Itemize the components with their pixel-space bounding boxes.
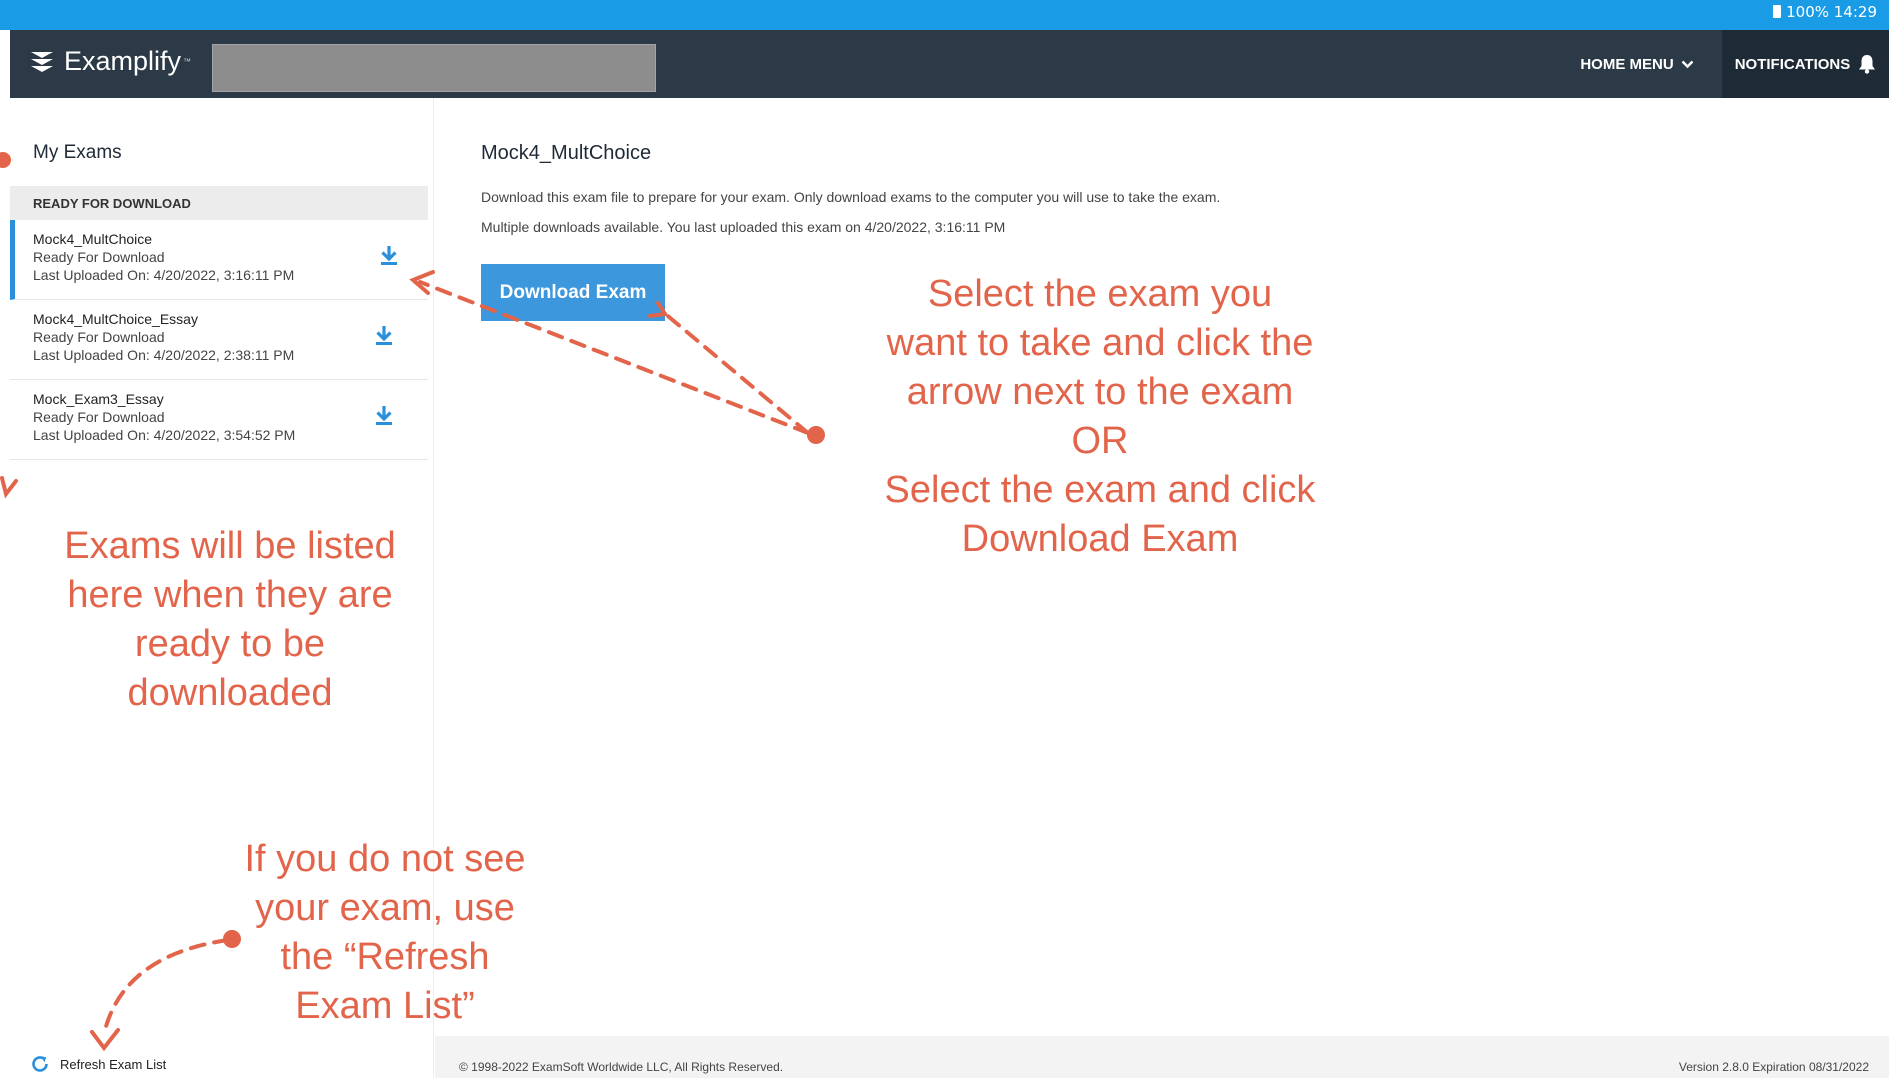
annotation-line: Exam List” [295,985,475,1027]
exam-name: Mock4_MultChoice [33,231,153,247]
notifications-button[interactable]: NOTIFICATIONS [1722,30,1889,98]
annotation-line: Exams will be listed [64,525,396,567]
annotation-line: downloaded [127,672,333,714]
annotation-refresh-hint: If you do not see your exam, use the “Re… [210,835,560,1031]
annotation-select-exam: Select the exam you want to take and cli… [840,270,1360,564]
notifications-label: NOTIFICATIONS [1734,55,1851,73]
exam-uploaded: Last Uploaded On: 4/20/2022, 3:54:52 PM [33,427,296,443]
app-logo: Examplify ™ [30,46,191,77]
annotation-line: If you do not see [244,838,526,880]
annotation-line: Select the exam and click [884,469,1316,511]
exam-list-item-mock-exam3-essay[interactable]: Mock_Exam3_Essay Ready For Download Last… [10,380,428,460]
footer: © 1998-2022 ExamSoft Worldwide LLC, All … [435,1036,1889,1078]
chevron-down-icon [1681,60,1694,68]
exam-list-item-mock4-multchoice-essay[interactable]: Mock4_MultChoice_Essay Ready For Downloa… [10,300,428,380]
app-name: Examplify [64,46,182,76]
refresh-exam-list-button[interactable]: Refresh Exam List [30,1054,166,1074]
bell-icon [1859,55,1876,74]
annotation-line: OR [1071,420,1129,462]
exam-description-line-2: Multiple downloads available. You last u… [481,219,1006,235]
annotation-line: Select the exam you [927,273,1273,315]
battery-icon [1773,5,1782,18]
refresh-label: Refresh Exam List [60,1056,167,1072]
exam-status: Ready For Download [33,329,165,345]
exam-uploaded: Last Uploaded On: 4/20/2022, 2:38:11 PM [33,347,295,363]
redacted-field [212,44,656,92]
download-arrow-icon[interactable] [373,404,395,426]
status-bar: 100% 14:29 [0,0,1889,30]
annotation-line: your exam, use [255,887,515,929]
download-exam-button[interactable]: Download Exam [481,264,665,321]
download-arrow-icon[interactable] [378,244,400,266]
annotation-line: the “Refresh [280,936,490,978]
annotation-line: ready to be [134,623,326,665]
home-menu-button[interactable]: HOME MENU [1562,30,1712,98]
examplify-logo-icon [31,51,53,72]
annotation-exams-listed: Exams will be listed here when they are … [20,522,440,718]
exam-title: Mock4_MultChoice [481,142,652,164]
sidebar-title: My Exams [33,142,122,163]
app-header: Examplify ™ HOME MENU NOTIFICATIONS [10,30,1889,98]
annotation-line: here when they are [67,574,393,616]
exam-uploaded: Last Uploaded On: 4/20/2022, 3:16:11 PM [33,267,295,283]
status-text: 100% 14:29 [1786,3,1877,21]
annotation-line: arrow next to the exam [906,371,1294,413]
exam-name: Mock4_MultChoice_Essay [33,311,198,327]
exam-name: Mock_Exam3_Essay [33,391,164,407]
section-header-ready-for-download: READY FOR DOWNLOAD [10,186,428,220]
home-menu-label: HOME MENU [1580,55,1674,73]
exam-list-item-mock4-multchoice[interactable]: Mock4_MultChoice Ready For Download Last… [10,220,428,300]
version-text: Version 2.8.0 Expiration 08/31/2022 [1678,1060,1869,1074]
copyright-text: © 1998-2022 ExamSoft Worldwide LLC, All … [459,1060,784,1074]
refresh-icon [32,1056,48,1072]
exam-description-line-1: Download this exam file to prepare for y… [481,189,1221,205]
exam-description: Download this exam file to prepare for y… [481,182,1481,242]
trademark-mark: ™ [183,57,192,66]
exam-status: Ready For Download [33,409,165,425]
annotation-line: want to take and click the [886,322,1314,364]
annotation-line: Download Exam [961,518,1239,560]
exam-status: Ready For Download [33,249,165,265]
exam-detail-panel: Mock4_MultChoice Download this exam file… [435,98,1889,1036]
status-indicator: 100% 14:29 [1773,3,1877,21]
download-arrow-icon[interactable] [373,324,395,346]
